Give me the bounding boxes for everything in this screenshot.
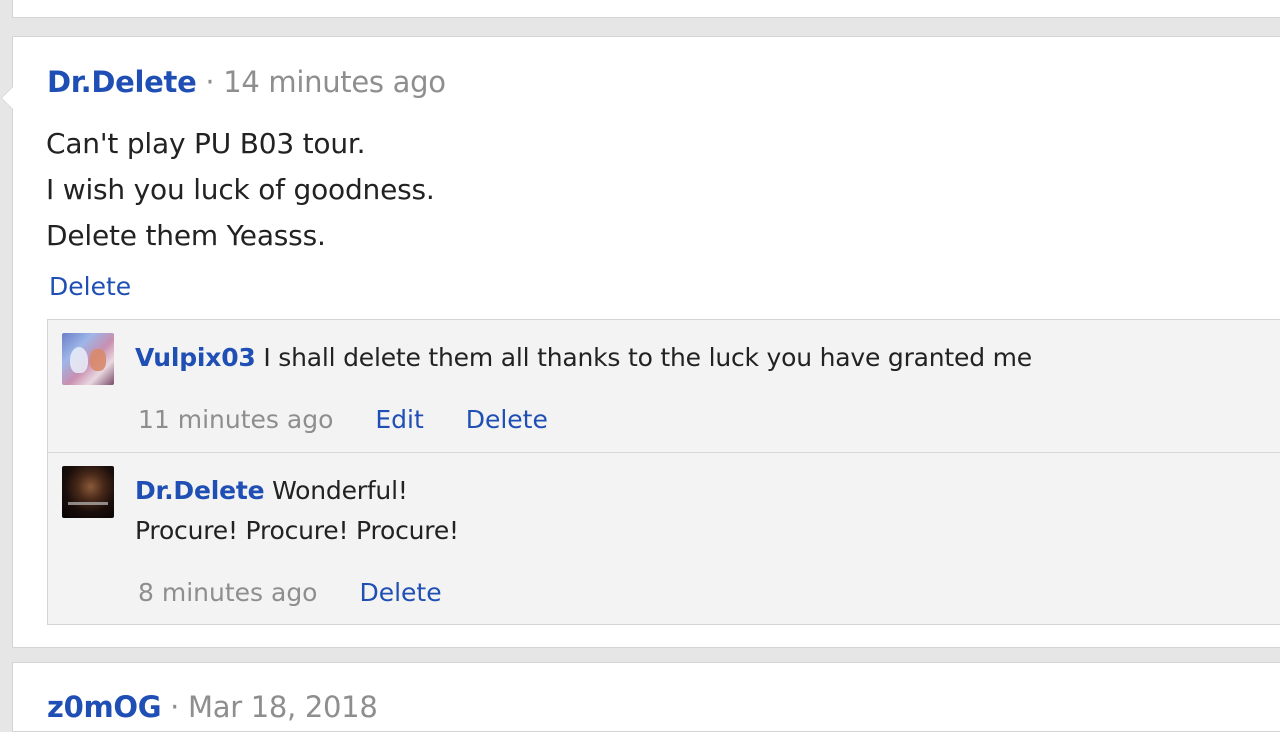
comment-timestamp: 14 minutes ago xyxy=(223,65,446,99)
comment-line: Delete them Yeasss. xyxy=(46,219,326,252)
comment-line: I wish you luck of goodness. xyxy=(46,173,435,206)
next-comment-card: z0mOG · Mar 18, 2018 xyxy=(12,662,1280,732)
reply-item: Vulpix03 I shall delete them all thanks … xyxy=(48,320,1280,453)
previous-comment-card xyxy=(12,0,1280,18)
reply-timestamp: 8 minutes ago xyxy=(138,578,318,607)
comment-author-link[interactable]: Dr.Delete xyxy=(47,65,197,99)
comment-delete-link[interactable]: Delete xyxy=(49,271,131,303)
reply-text: Wonderful! xyxy=(272,476,408,505)
comment-body: Can't play PU B03 tour. I wish you luck … xyxy=(46,121,435,259)
comment-card: Dr.Delete · 14 minutes ago Can't play PU… xyxy=(1,36,1280,648)
reply-delete-link[interactable]: Delete xyxy=(466,405,548,434)
reply-meta: 11 minutes ago Edit Delete xyxy=(138,404,548,436)
reply-edit-link[interactable]: Edit xyxy=(375,405,423,434)
header-separator: · xyxy=(170,690,180,724)
avatar[interactable] xyxy=(62,466,114,518)
reply-delete-link[interactable]: Delete xyxy=(359,578,441,607)
comment-line: Can't play PU B03 tour. xyxy=(46,127,366,160)
next-comment-author-link[interactable]: z0mOG xyxy=(47,690,162,724)
reply-timestamp: 11 minutes ago xyxy=(138,405,334,434)
reply-text-line2: Procure! Procure! Procure! xyxy=(135,516,459,545)
reply-content: Vulpix03 I shall delete them all thanks … xyxy=(135,338,1032,378)
reply-author-link[interactable]: Vulpix03 xyxy=(135,343,256,372)
reply-text: I shall delete them all thanks to the lu… xyxy=(263,343,1032,372)
reply-author-link[interactable]: Dr.Delete xyxy=(135,476,265,505)
reply-item: Dr.Delete Wonderful! Procure! Procure! P… xyxy=(48,453,1280,625)
replies-container: Vulpix03 I shall delete them all thanks … xyxy=(47,319,1280,625)
header-separator: · xyxy=(205,65,215,99)
reply-content: Dr.Delete Wonderful! Procure! Procure! P… xyxy=(135,471,459,551)
comment-header: Dr.Delete · 14 minutes ago xyxy=(47,64,446,100)
reply-meta: 8 minutes ago Delete xyxy=(138,577,442,609)
comment-bubble-pointer xyxy=(2,87,13,109)
avatar[interactable] xyxy=(62,333,114,385)
next-comment-timestamp: Mar 18, 2018 xyxy=(188,690,378,724)
